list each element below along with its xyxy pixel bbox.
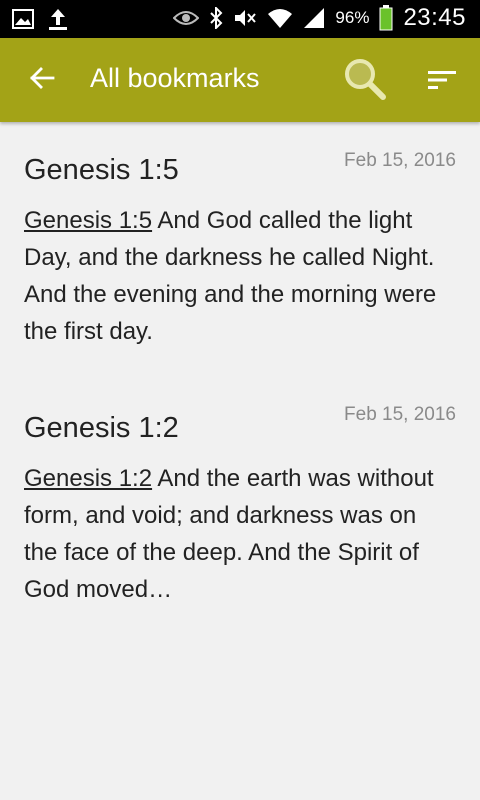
sort-icon — [428, 70, 456, 95]
bookmark-list: Genesis 1:5 Feb 15, 2016 Genesis 1:5 And… — [0, 122, 480, 634]
bookmark-date: Feb 15, 2016 — [344, 404, 456, 425]
verse-reference-link[interactable]: Genesis 1:5 — [24, 207, 152, 234]
status-bar-left — [12, 7, 68, 31]
bluetooth-icon — [209, 7, 223, 29]
bookmark-date: Feb 15, 2016 — [344, 150, 456, 171]
wifi-icon — [267, 7, 293, 29]
page-title: All bookmarks — [90, 63, 260, 93]
bookmark-item[interactable]: Genesis 1:2 Feb 15, 2016 Genesis 1:2 And… — [0, 376, 480, 634]
status-bar: 96% 23:45 — [0, 0, 480, 38]
app-bar: All bookmarks — [0, 38, 480, 122]
bookmark-verse-text: Genesis 1:5 And God called the light Day… — [24, 202, 456, 350]
arrow-left-icon — [29, 66, 55, 95]
battery-icon — [379, 5, 393, 31]
search-icon — [343, 57, 387, 106]
battery-percent: 96% — [335, 8, 370, 27]
back-button[interactable] — [22, 60, 62, 100]
bookmark-item[interactable]: Genesis 1:5 Feb 15, 2016 Genesis 1:5 And… — [0, 122, 480, 376]
sort-button[interactable] — [420, 60, 464, 104]
mute-icon — [233, 8, 257, 28]
signal-icon — [303, 7, 325, 29]
clock: 23:45 — [403, 4, 466, 31]
verse-reference-link[interactable]: Genesis 1:2 — [24, 465, 152, 492]
eye-icon — [173, 9, 200, 27]
upload-icon — [48, 7, 68, 31]
status-bar-right: 96% 23:45 — [173, 4, 466, 32]
image-icon — [12, 9, 34, 29]
bookmark-verse-text: Genesis 1:2 And the earth was without fo… — [24, 460, 456, 608]
search-button[interactable] — [340, 56, 390, 106]
